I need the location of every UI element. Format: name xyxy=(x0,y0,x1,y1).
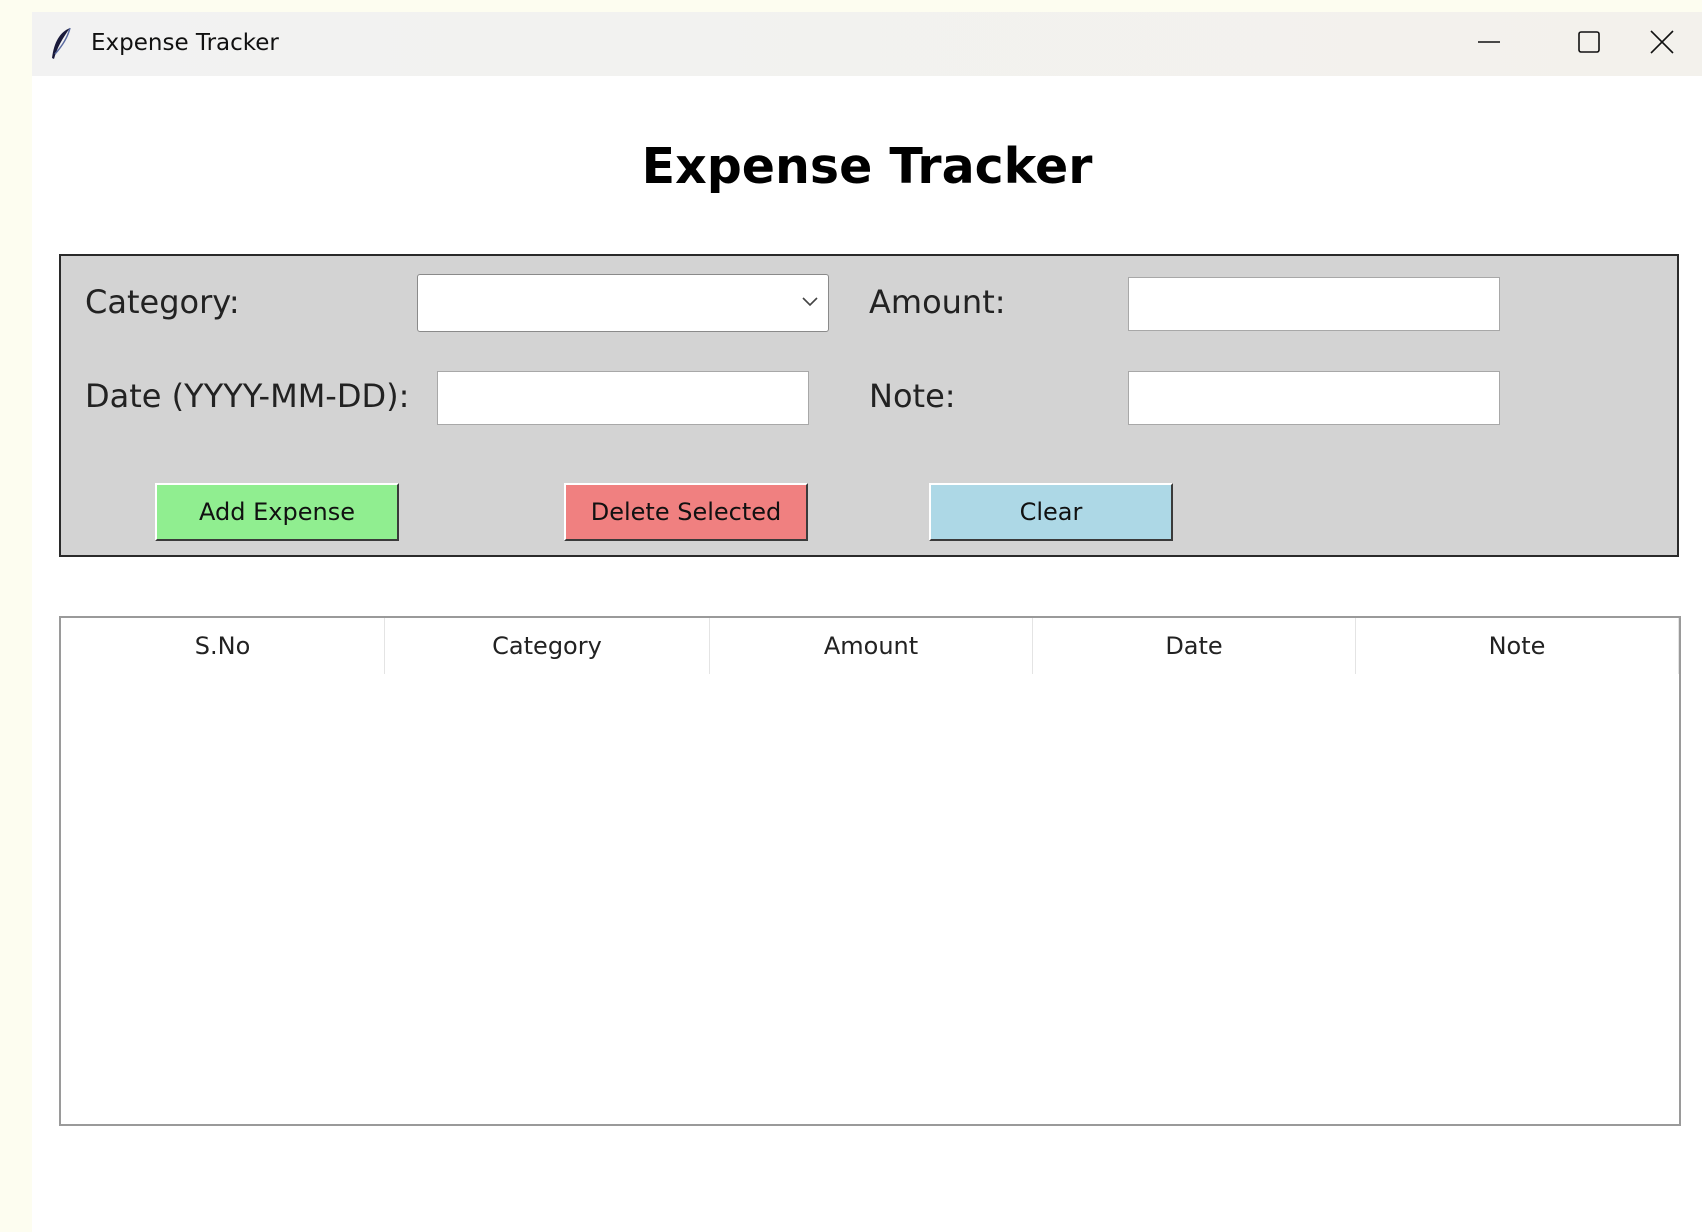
column-header-date[interactable]: Date xyxy=(1033,618,1356,674)
chevron-down-icon xyxy=(800,293,820,307)
expense-table[interactable]: S.No Category Amount Date Note xyxy=(59,616,1681,1126)
amount-input[interactable] xyxy=(1128,277,1500,331)
column-header-amount[interactable]: Amount xyxy=(710,618,1033,674)
category-dropdown[interactable] xyxy=(417,274,829,332)
table-body[interactable] xyxy=(61,674,1679,1124)
add-expense-button[interactable]: Add Expense xyxy=(155,483,399,541)
column-header-note[interactable]: Note xyxy=(1356,618,1679,674)
close-button[interactable] xyxy=(1622,12,1702,76)
feather-icon xyxy=(48,26,74,62)
amount-label: Amount: xyxy=(869,283,1006,321)
maximize-button[interactable] xyxy=(1549,12,1629,76)
clear-button[interactable]: Clear xyxy=(929,483,1173,541)
app-window: Expense Tracker Expense Tracker Category… xyxy=(32,12,1702,1232)
note-input[interactable] xyxy=(1128,371,1500,425)
table-header: S.No Category Amount Date Note xyxy=(61,618,1679,674)
date-label: Date (YYYY-MM-DD): xyxy=(85,377,410,415)
page-title: Expense Tracker xyxy=(641,138,1093,195)
delete-selected-button[interactable]: Delete Selected xyxy=(564,483,808,541)
date-input[interactable] xyxy=(437,371,809,425)
close-icon xyxy=(1649,29,1675,59)
note-label: Note: xyxy=(869,377,956,415)
maximize-icon xyxy=(1577,30,1601,58)
expense-form: Category: Amount: Date (YYYY-MM-DD): Not… xyxy=(59,254,1679,557)
column-header-sno[interactable]: S.No xyxy=(61,618,385,674)
minimize-icon xyxy=(1477,30,1501,58)
minimize-button[interactable] xyxy=(1449,12,1529,76)
title-bar[interactable]: Expense Tracker xyxy=(32,12,1702,76)
column-header-category[interactable]: Category xyxy=(385,618,710,674)
window-title: Expense Tracker xyxy=(91,30,279,56)
category-label: Category: xyxy=(85,283,240,321)
